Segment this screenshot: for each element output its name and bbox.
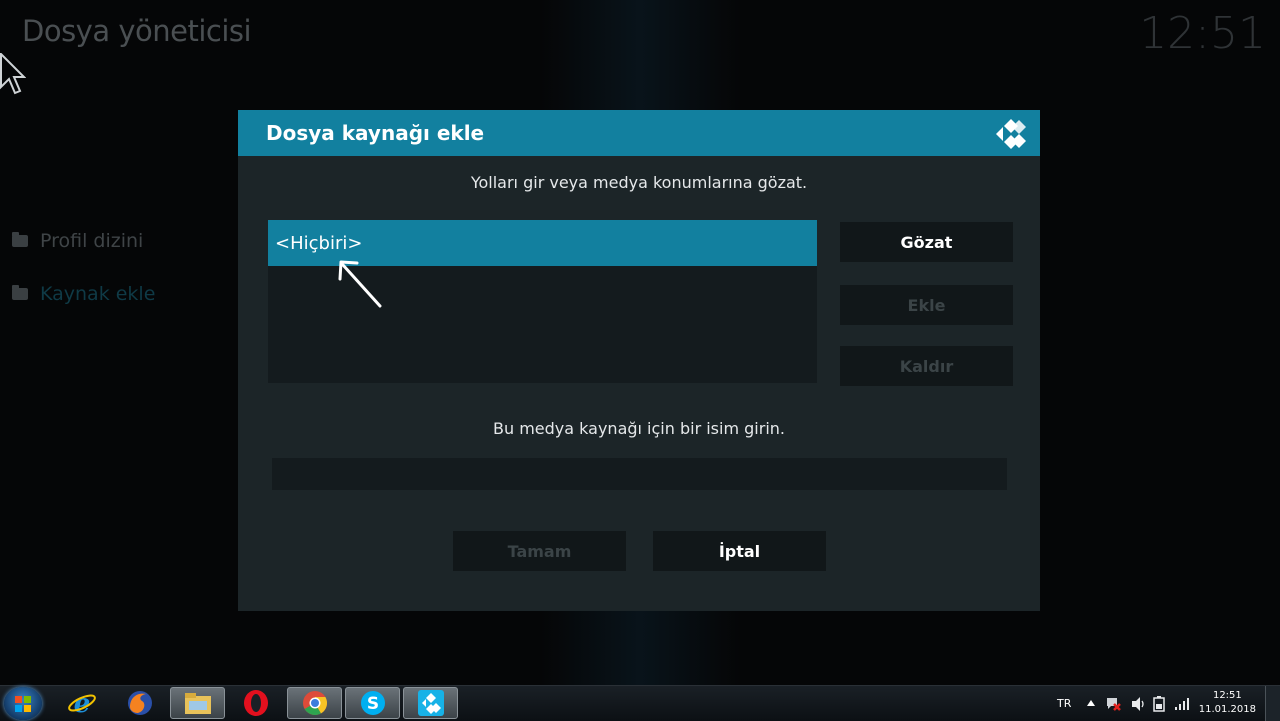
cancel-button[interactable]: İptal [653,531,826,571]
network-signal-icon[interactable] [1174,697,1190,711]
action-center-icon[interactable] [1105,696,1121,712]
svg-text:S: S [366,694,378,714]
dialog-header: Dosya kaynağı ekle [238,110,1040,156]
kodi-logo-icon [996,119,1026,149]
folder-icon [12,285,28,300]
remove-button[interactable]: Kaldır [840,346,1013,386]
windows-logo-icon [15,696,31,712]
sidebar-item-label: Kaynak ekle [40,283,156,305]
kodi-icon [417,690,444,716]
dialog-title: Dosya kaynağı ekle [266,121,485,145]
window-title: Dosya yöneticisi [22,14,252,48]
ok-button[interactable]: Tamam [453,531,626,571]
taskbar-chrome[interactable] [287,687,342,719]
folder-icon [12,232,28,247]
language-indicator[interactable]: TR [1057,686,1071,721]
browse-button[interactable]: Gözat [840,222,1013,262]
show-desktop-button[interactable] [1265,686,1280,721]
taskbar: e S TR 12:51 11.01.2018 [0,685,1280,721]
opera-icon [243,690,268,716]
sidebar-item-add-source[interactable]: Kaynak ekle [12,283,155,305]
internet-explorer-icon: e [67,689,96,717]
clock: 12:51 [1139,8,1266,59]
taskbar-clock[interactable]: 12:51 11.01.2018 [1199,689,1256,717]
taskbar-opera[interactable] [228,687,283,719]
taskbar-skype[interactable]: S [345,687,400,719]
taskbar-file-explorer[interactable] [170,687,225,719]
paths-instruction: Yolları gir veya medya konumlarına gözat… [470,173,808,192]
svg-text:e: e [73,689,90,717]
taskbar-firefox[interactable] [112,687,167,719]
sidebar-item-label: Profil dizini [40,230,144,252]
annotation-arrow-icon [338,260,382,308]
add-button[interactable]: Ekle [840,285,1013,325]
show-hidden-icons-icon[interactable] [1086,699,1096,707]
volume-icon[interactable] [1130,696,1146,712]
file-explorer-icon [184,693,211,714]
taskbar-time: 12:51 [1212,690,1242,701]
power-battery-icon[interactable] [1151,695,1167,713]
add-source-dialog: Dosya kaynağı ekle Yolları gir veya medy… [238,110,1040,611]
taskbar-internet-explorer[interactable]: e [54,687,109,719]
taskbar-kodi[interactable] [403,687,458,719]
source-name-input[interactable] [272,458,1007,490]
sidebar-item-profile-directory[interactable]: Profil dizini [12,230,143,252]
chrome-icon [302,691,327,716]
mouse-pointer-icon [0,53,26,95]
start-button[interactable] [4,687,42,720]
name-instruction: Bu medya kaynağı için bir isim girin. [493,419,785,438]
firefox-icon [127,691,152,715]
skype-icon: S [360,691,385,715]
taskbar-date: 11.01.2018 [1198,704,1256,715]
